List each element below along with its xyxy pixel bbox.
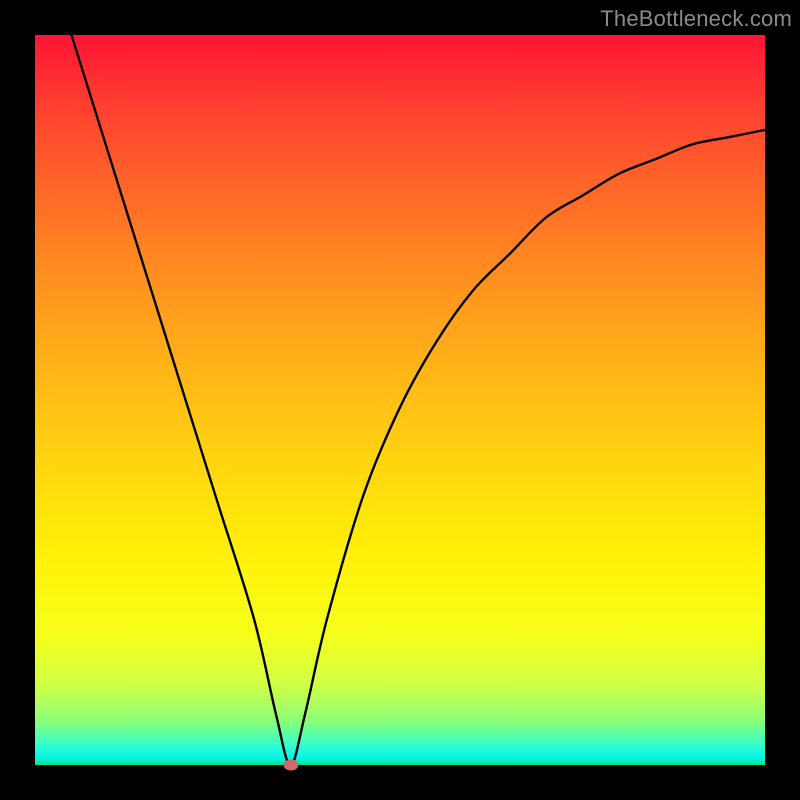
watermark-text: TheBottleneck.com xyxy=(600,6,792,32)
plot-area xyxy=(35,35,765,765)
optimal-marker xyxy=(283,760,298,771)
curve-svg xyxy=(35,35,765,765)
chart-frame: TheBottleneck.com xyxy=(0,0,800,800)
bottleneck-curve xyxy=(72,35,766,765)
